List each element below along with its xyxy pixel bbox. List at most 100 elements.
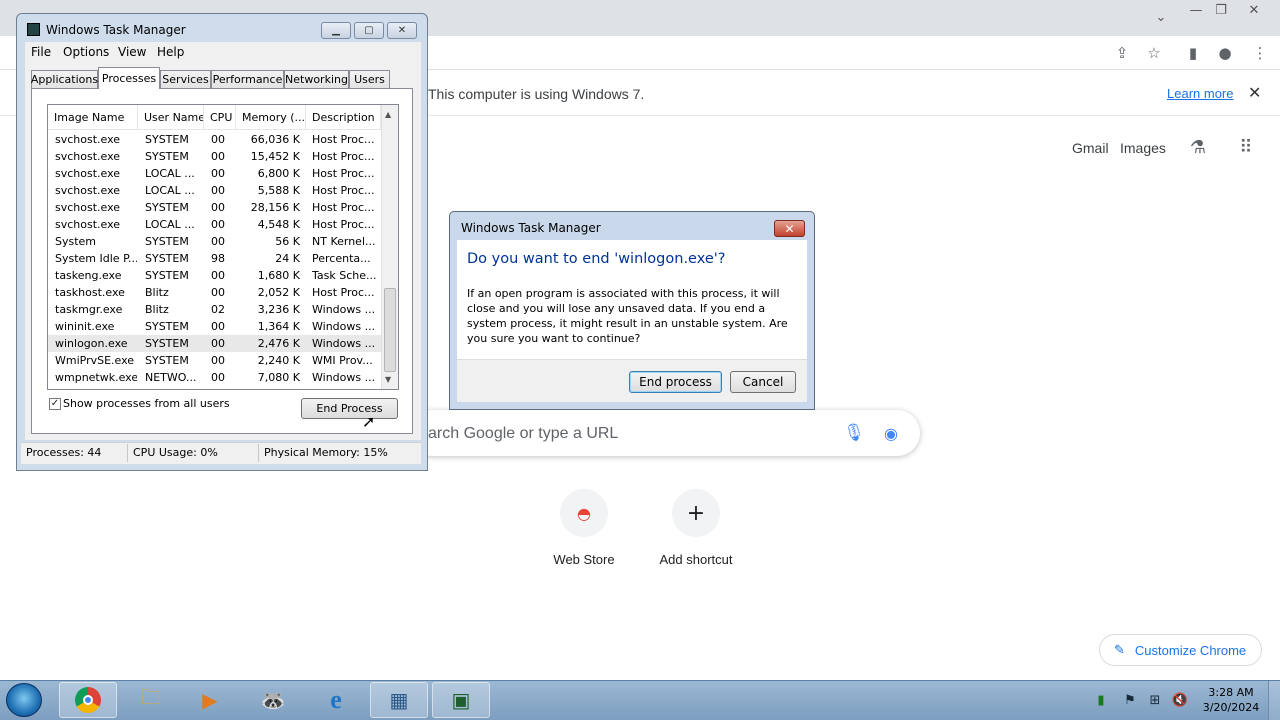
network-icon[interactable]: ⊞ <box>1147 692 1163 708</box>
process-row[interactable]: taskhost.exe Blitz 00 2,052 K Host Proc... <box>48 284 381 301</box>
tab-users[interactable]: Users <box>349 70 390 88</box>
menu-help[interactable]: Help <box>157 45 184 59</box>
description-cell: Host Proc... <box>312 150 375 163</box>
description-cell: Windows ... <box>312 371 376 384</box>
taskbar-clock[interactable]: 3:28 AM 3/20/2024 <box>1198 685 1264 715</box>
control-panel-icon: ▦ <box>389 688 409 712</box>
customize-chrome-button[interactable]: ✎ Customize Chrome <box>1099 634 1262 666</box>
end-process-button[interactable]: End Process <box>301 398 398 419</box>
process-row[interactable]: svchost.exe LOCAL ... 00 4,548 K Host Proc..… <box>48 216 381 233</box>
tab-services[interactable]: Services <box>160 70 211 88</box>
image-name-cell: svchost.exe <box>55 218 121 231</box>
plus-icon: + <box>686 500 706 526</box>
chrome-menu-icon[interactable]: ⋮ <box>1250 43 1270 63</box>
side-panel-icon[interactable]: ▮ <box>1183 43 1203 63</box>
taskbar-file-explorer[interactable]: 🗀 <box>122 682 180 718</box>
memory-cell: 2,476 K <box>257 337 300 350</box>
profile-avatar-icon[interactable]: ● <box>1215 43 1235 63</box>
bookmark-star-icon[interactable]: ☆ <box>1144 43 1164 63</box>
process-list[interactable]: Image Name User Name CPU Memory (... Des… <box>47 104 399 390</box>
cpu-cell: 98 <box>211 252 225 265</box>
tm-close-button[interactable]: ✕ <box>387 22 417 39</box>
process-row[interactable]: WmiPrvSE.exe SYSTEM 00 2,240 K WMI Prov... <box>48 352 381 369</box>
description-cell: Host Proc... <box>312 167 375 180</box>
show-desktop-button[interactable] <box>1268 681 1280 720</box>
scroll-up-arrow-icon[interactable]: ▲ <box>385 110 391 119</box>
status-processes: Processes: 44 <box>26 446 102 459</box>
taskbar-chrome[interactable] <box>59 682 117 718</box>
tab-performance[interactable]: Performance <box>211 70 284 88</box>
scroll-thumb[interactable] <box>384 288 396 372</box>
tm-maximize-button[interactable]: ▢ <box>354 22 384 39</box>
scroll-down-arrow-icon[interactable]: ▼ <box>385 375 391 384</box>
description-cell: WMI Prov... <box>312 354 373 367</box>
share-icon[interactable]: ⇪ <box>1112 43 1132 63</box>
mouse-cursor-icon: ➚ <box>362 412 376 431</box>
image-name-cell: System <box>55 235 97 248</box>
menu-file[interactable]: File <box>31 45 51 59</box>
menu-options[interactable]: Options <box>63 45 109 59</box>
column-image-name[interactable]: Image Name <box>48 105 138 130</box>
taskbar-internet-explorer[interactable]: e <box>307 682 365 718</box>
add-shortcut-button[interactable]: + <box>672 489 720 537</box>
status-physical-memory: Physical Memory: 15% <box>264 446 388 459</box>
column-user-name[interactable]: User Name <box>138 105 204 130</box>
show-all-processes-checkbox[interactable]: ✓ <box>49 398 61 410</box>
browser-close-button[interactable]: ✕ <box>1241 1 1267 19</box>
cancel-button[interactable]: Cancel <box>730 371 796 393</box>
process-row[interactable]: winlogon.exe SYSTEM 00 2,476 K Windows ... <box>48 335 381 352</box>
process-row[interactable]: taskeng.exe SYSTEM 00 1,680 K Task Sche... <box>48 267 381 284</box>
memory-cell: 7,080 K <box>257 371 300 384</box>
confirm-end-process-button[interactable]: End process <box>629 371 722 393</box>
process-row[interactable]: svchost.exe SYSTEM 00 28,156 K Host Proc... <box>48 199 381 216</box>
dialog-close-button[interactable]: ✕ <box>774 220 805 237</box>
process-row[interactable]: svchost.exe SYSTEM 00 15,452 K Host Proc... <box>48 148 381 165</box>
column-memory[interactable]: Memory (... <box>236 105 306 130</box>
web-store-shortcut[interactable]: ◓ <box>560 489 608 537</box>
learn-more-link[interactable]: Learn more <box>1167 86 1233 101</box>
labs-flask-icon[interactable]: ⚗ <box>1188 137 1208 158</box>
memory-cell: 3,236 K <box>257 303 300 316</box>
status-divider <box>258 444 259 462</box>
column-cpu[interactable]: CPU <box>204 105 236 130</box>
images-link[interactable]: Images <box>1120 140 1166 156</box>
tab-search-chevron-icon[interactable]: ⌄ <box>1148 8 1174 26</box>
tab-processes[interactable]: Processes <box>98 67 160 89</box>
taskbar-task-manager[interactable]: ▣ <box>432 682 490 718</box>
tm-minimize-button[interactable]: ▁ <box>321 22 351 39</box>
browser-restore-button[interactable]: ❐ <box>1208 1 1234 19</box>
voice-search-mic-icon[interactable]: 🎙 <box>843 423 865 443</box>
taskbar-raccoon-app[interactable]: 🦝 <box>244 682 302 718</box>
taskbar-control-panel[interactable]: ▦ <box>370 682 428 718</box>
image-name-cell: taskhost.exe <box>55 286 125 299</box>
process-row[interactable]: taskmgr.exe Blitz 02 3,236 K Windows ... <box>48 301 381 318</box>
process-row[interactable]: svchost.exe LOCAL ... 00 6,800 K Host Proc..… <box>48 165 381 182</box>
tray-task-manager-icon[interactable]: ▮ <box>1093 692 1109 708</box>
taskbar-media-player[interactable]: ▶ <box>181 682 239 718</box>
process-row[interactable]: System Idle P... SYSTEM 98 24 K Percenta... <box>48 250 381 267</box>
process-row[interactable]: svchost.exe LOCAL ... 00 5,588 K Host Proc..… <box>48 182 381 199</box>
process-row[interactable]: wmpnetwk.exe NETWO... 00 7,080 K Windows ... <box>48 369 381 386</box>
tab-networking[interactable]: Networking <box>284 70 349 88</box>
lens-camera-icon[interactable]: ◉ <box>881 423 901 443</box>
start-button[interactable] <box>6 683 42 717</box>
image-name-cell: svchost.exe <box>55 201 121 214</box>
gmail-link[interactable]: Gmail <box>1072 140 1109 156</box>
image-name-cell: svchost.exe <box>55 167 121 180</box>
process-row[interactable]: wininit.exe SYSTEM 00 1,364 K Windows ... <box>48 318 381 335</box>
process-row[interactable]: svchost.exe SYSTEM 00 66,036 K Host Proc... <box>48 131 381 148</box>
infobar-close-icon[interactable]: ✕ <box>1248 83 1261 102</box>
memory-cell: 4,548 K <box>257 218 300 231</box>
menu-view[interactable]: View <box>118 45 146 59</box>
volume-muted-icon[interactable]: 🔇 <box>1172 692 1188 708</box>
image-name-cell: taskeng.exe <box>55 269 122 282</box>
column-description[interactable]: Description <box>306 105 381 130</box>
process-row[interactable]: System SYSTEM 00 56 K NT Kernel... <box>48 233 381 250</box>
user-name-cell: SYSTEM <box>145 354 189 367</box>
google-apps-grid-icon[interactable]: ⠿ <box>1236 137 1256 158</box>
status-cpu-usage: CPU Usage: 0% <box>133 446 218 459</box>
browser-minimize-button[interactable]: — <box>1183 1 1209 19</box>
action-center-flag-icon[interactable]: ⚑ <box>1122 692 1138 708</box>
process-list-scrollbar[interactable]: ▲ ▼ <box>381 105 398 389</box>
tab-applications[interactable]: Applications <box>31 70 98 88</box>
